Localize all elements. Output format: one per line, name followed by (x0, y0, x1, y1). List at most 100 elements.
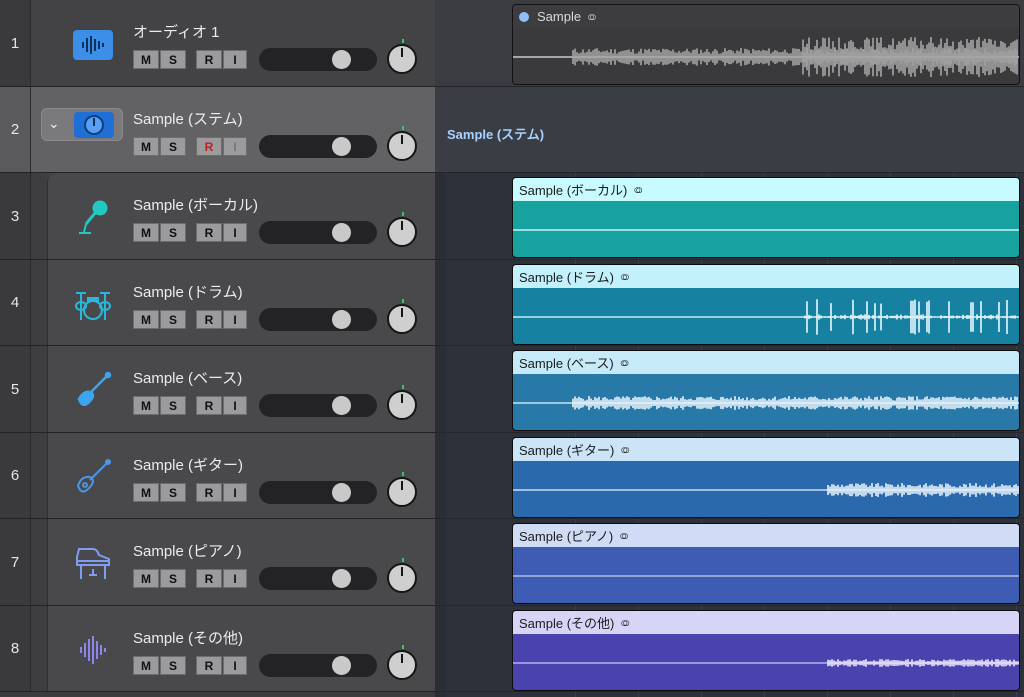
track-header-row[interactable]: 1 オーディオ 1 MSRI (0, 0, 435, 87)
fader-knob[interactable] (332, 137, 351, 156)
audio-region[interactable]: Sample (ボーカル) ○○ (512, 177, 1020, 258)
pan-knob[interactable] (387, 39, 417, 74)
fader-knob[interactable] (332, 50, 351, 69)
record-enable-button[interactable]: R (196, 656, 222, 675)
stem-folder-label: Sample (ステム) (447, 127, 545, 142)
track-name[interactable]: Sample (ギター) (133, 454, 243, 475)
fader-knob[interactable] (332, 396, 351, 415)
waveform-icon (513, 229, 1019, 231)
input-monitor-button[interactable]: I (223, 137, 247, 156)
audio-region[interactable]: Sample (ピアノ) ○○ (512, 523, 1020, 604)
mute-button[interactable]: M (133, 50, 159, 69)
solo-button[interactable]: S (160, 50, 186, 69)
solo-button[interactable]: S (160, 310, 186, 329)
mute-button[interactable]: M (133, 569, 159, 588)
record-enable-button[interactable]: R (196, 569, 222, 588)
region-header[interactable]: Sample (ボーカル) ○○ (513, 178, 1019, 201)
region-title: Sample (ドラム) (519, 270, 614, 285)
region-header[interactable]: Sample (ベース) ○○ (513, 351, 1019, 374)
record-enable-button[interactable]: R (196, 137, 222, 156)
track-name[interactable]: Sample (ステム) (133, 108, 243, 129)
fader-knob[interactable] (332, 223, 351, 242)
volume-fader[interactable] (259, 48, 377, 71)
fader-knob[interactable] (332, 656, 351, 675)
mute-button[interactable]: M (133, 223, 159, 242)
pan-indicator (402, 212, 404, 216)
mute-button[interactable]: M (133, 656, 159, 675)
region-title: Sample (ベース) (519, 356, 614, 371)
pan-knob[interactable] (387, 472, 417, 507)
mute-button[interactable]: M (133, 483, 159, 502)
solo-button[interactable]: S (160, 483, 186, 502)
volume-fader[interactable] (259, 567, 377, 590)
track-header-row[interactable]: 3 Sample (ボーカル) M S R I (0, 173, 435, 260)
track-name[interactable]: Sample (ボーカル) (133, 194, 258, 215)
volume-fader[interactable] (259, 135, 377, 158)
pan-knob[interactable] (387, 212, 417, 247)
track-name[interactable]: Sample (ドラム) (133, 281, 243, 302)
audio-region[interactable]: Sample (その他) ○○ (512, 610, 1020, 691)
input-monitor-button[interactable]: I (223, 483, 247, 502)
track-header-row[interactable]: 5 Sample (ベース) M S R I (0, 346, 435, 433)
waveform-icon (513, 659, 1019, 667)
fader-knob[interactable] (332, 569, 351, 588)
input-monitor-button[interactable]: I (223, 223, 247, 242)
track-name[interactable]: Sample (ピアノ) (133, 540, 242, 561)
link-rings-icon: ○○ (620, 615, 629, 630)
region-header[interactable]: Sample (ドラム) ○○ (513, 265, 1019, 288)
record-enable-button[interactable]: R (196, 50, 222, 69)
track-header-row[interactable]: 4 Sample (ドラム) M S R I (0, 260, 435, 346)
drum-kit-icon (73, 286, 113, 322)
track-buttons: MSRI (133, 223, 247, 242)
solo-button[interactable]: S (160, 137, 186, 156)
pan-knob[interactable] (387, 299, 417, 334)
region-header[interactable]: Sample (ギター) ○○ (513, 438, 1019, 461)
timeline-area[interactable]: Sample (ステム) Sample ○○ Sample (ボーカル) ○○ Sampl… (435, 0, 1024, 697)
record-enable-button[interactable]: R (196, 223, 222, 242)
volume-fader[interactable] (259, 481, 377, 504)
record-enable-button[interactable]: R (196, 396, 222, 415)
input-monitor-button[interactable]: I (223, 569, 247, 588)
mute-button[interactable]: M (133, 310, 159, 329)
region-header[interactable]: Sample ○○ (513, 5, 1019, 28)
volume-fader[interactable] (259, 394, 377, 417)
mute-button[interactable]: M (133, 137, 159, 156)
solo-button[interactable]: S (160, 396, 186, 415)
solo-button[interactable]: S (160, 223, 186, 242)
fader-knob[interactable] (332, 483, 351, 502)
track-name[interactable]: Sample (その他) (133, 627, 243, 648)
pan-knob[interactable] (387, 385, 417, 420)
track-header-row[interactable]: 7 Sample (ピアノ) M S R I (0, 519, 435, 606)
pan-knob[interactable] (387, 126, 417, 161)
track-name[interactable]: Sample (ベース) (133, 367, 242, 388)
track-header-row[interactable]: 8 Sample (その他) M S R I (0, 606, 435, 692)
volume-fader[interactable] (259, 221, 377, 244)
input-monitor-button[interactable]: I (223, 396, 247, 415)
audio-region[interactable]: Sample ○○ (512, 4, 1020, 85)
link-rings-icon: ○○ (620, 442, 629, 457)
dial-icon (84, 115, 104, 135)
input-monitor-button[interactable]: I (223, 310, 247, 329)
record-enable-button[interactable]: R (196, 483, 222, 502)
track-header-row[interactable]: 6 Sample (ギター) M S R I (0, 433, 435, 519)
audio-region[interactable]: Sample (ギター) ○○ (512, 437, 1020, 518)
pan-knob[interactable] (387, 645, 417, 680)
chevron-down-icon[interactable]: ⌄ (48, 115, 60, 132)
region-header[interactable]: Sample (その他) ○○ (513, 611, 1019, 634)
track-name[interactable]: オーディオ 1 (133, 21, 219, 42)
pan-knob[interactable] (387, 558, 417, 593)
volume-fader[interactable] (259, 308, 377, 331)
record-enable-button[interactable]: R (196, 310, 222, 329)
stem-folder-control[interactable]: ⌄ (41, 108, 123, 141)
audio-region[interactable]: Sample (ドラム) ○○ (512, 264, 1020, 345)
volume-fader[interactable] (259, 654, 377, 677)
solo-button[interactable]: S (160, 569, 186, 588)
input-monitor-button[interactable]: I (223, 50, 247, 69)
solo-button[interactable]: S (160, 656, 186, 675)
track-header-row[interactable]: 2 ⌄ Sample (ステム) M S R I (0, 87, 435, 173)
mute-button[interactable]: M (133, 396, 159, 415)
fader-knob[interactable] (332, 310, 351, 329)
audio-region[interactable]: Sample (ベース) ○○ (512, 350, 1020, 431)
input-monitor-button[interactable]: I (223, 656, 247, 675)
region-header[interactable]: Sample (ピアノ) ○○ (513, 524, 1019, 547)
